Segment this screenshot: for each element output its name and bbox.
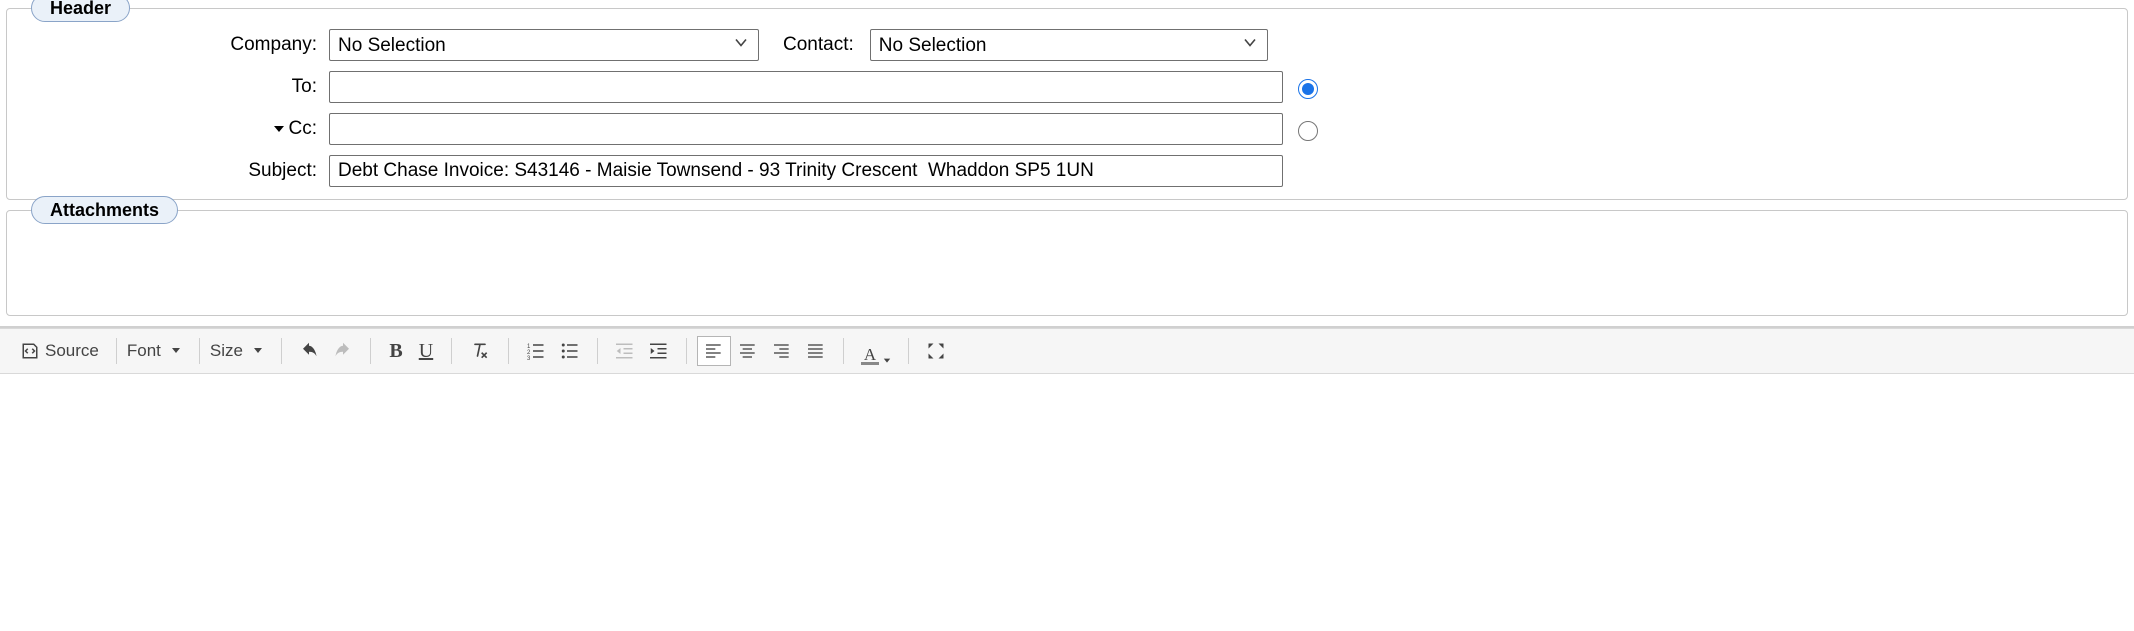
caret-down-icon	[883, 357, 891, 365]
font-combo[interactable]: Font	[127, 341, 189, 361]
header-grid: Company: No Selection Contact: No Select…	[29, 29, 2105, 187]
row-cc: Cc:	[29, 113, 2105, 145]
separator	[843, 338, 844, 364]
to-input[interactable]	[329, 71, 1283, 103]
separator	[686, 338, 687, 364]
separator	[281, 338, 282, 364]
contact-select[interactable]: No Selection	[870, 29, 1268, 61]
svg-text:1: 1	[527, 344, 531, 350]
underline-button[interactable]: U	[411, 336, 441, 366]
align-right-button[interactable]	[765, 336, 799, 366]
cc-input[interactable]	[329, 113, 1283, 145]
align-justify-button[interactable]	[799, 336, 833, 366]
numbered-list-button[interactable]: 123	[519, 336, 553, 366]
subject-label: Subject:	[29, 160, 319, 182]
svg-text:2: 2	[527, 350, 531, 356]
row-subject: Subject:	[29, 155, 2105, 187]
to-radio[interactable]	[1298, 79, 1318, 99]
attachments-legend: Attachments	[31, 196, 178, 224]
header-section: Header Company: No Selection Contact: No…	[6, 8, 2128, 200]
separator	[451, 338, 452, 364]
svg-text:3: 3	[527, 356, 531, 360]
separator	[199, 338, 200, 364]
redo-button[interactable]	[326, 336, 360, 366]
separator	[508, 338, 509, 364]
attachments-body[interactable]	[19, 225, 2115, 303]
separator	[908, 338, 909, 364]
company-select[interactable]: No Selection	[329, 29, 759, 61]
caret-down-icon[interactable]	[273, 123, 285, 135]
clear-format-button[interactable]	[462, 336, 498, 366]
cc-label: Cc:	[29, 118, 319, 140]
text-color-button[interactable]: A	[854, 336, 898, 366]
attachments-section: Attachments	[6, 210, 2128, 316]
source-icon	[21, 342, 39, 360]
editor-toolbar: Source Font Size B U	[0, 328, 2134, 374]
row-company-contact: Company: No Selection Contact: No Select…	[29, 29, 2105, 61]
outdent-button[interactable]	[608, 336, 642, 366]
editor-frame: Source Font Size B U	[0, 326, 2134, 374]
row-to: To:	[29, 71, 2105, 103]
align-left-button[interactable]	[697, 336, 731, 366]
separator	[116, 338, 117, 364]
caret-down-icon	[253, 341, 263, 361]
size-combo[interactable]: Size	[210, 341, 271, 361]
indent-button[interactable]	[642, 336, 676, 366]
caret-down-icon	[171, 341, 181, 361]
separator	[370, 338, 371, 364]
source-button[interactable]: Source	[14, 336, 106, 366]
to-label: To:	[29, 76, 319, 98]
contact-label: Contact:	[769, 34, 860, 56]
align-center-button[interactable]	[731, 336, 765, 366]
bullet-list-button[interactable]	[553, 336, 587, 366]
separator	[597, 338, 598, 364]
bold-button[interactable]: B	[381, 336, 411, 366]
header-legend: Header	[31, 0, 130, 22]
undo-button[interactable]	[292, 336, 326, 366]
maximize-button[interactable]	[919, 336, 953, 366]
cc-radio[interactable]	[1298, 121, 1318, 141]
company-label: Company:	[29, 34, 319, 56]
subject-input[interactable]	[329, 155, 1283, 187]
